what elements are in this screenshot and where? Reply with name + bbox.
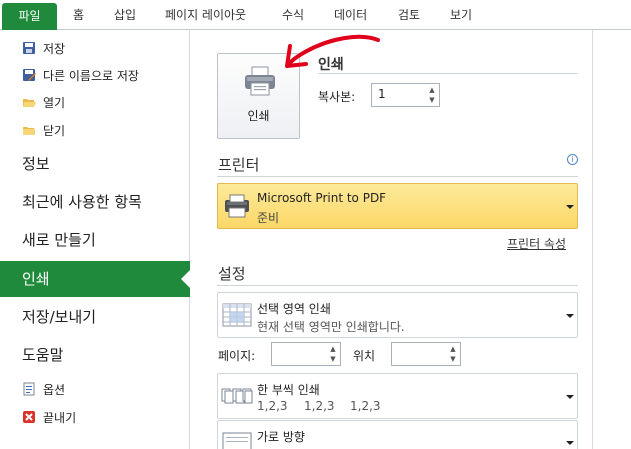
- collated-pages-icon: [221, 386, 253, 409]
- nav-open-label: 열기: [43, 95, 66, 110]
- nav-open[interactable]: 열기: [22, 92, 65, 112]
- copies-value: 1: [378, 87, 386, 101]
- print-what-desc: 현재 선택 영역만 인쇄합니다.: [257, 320, 405, 334]
- printer-properties-link[interactable]: 프린터 속성: [507, 235, 566, 252]
- collate-seq-2: 1,2,3: [304, 399, 335, 413]
- nav-options-label: 옵션: [43, 382, 66, 397]
- print-title-divider: [318, 73, 578, 74]
- print-button[interactable]: 인쇄: [217, 53, 300, 139]
- close-folder-icon: [22, 123, 36, 137]
- nav-save[interactable]: 저장: [22, 38, 65, 58]
- nav-save-as[interactable]: 다른 이름으로 저장: [22, 65, 139, 85]
- pages-to-label: 위치: [353, 349, 376, 363]
- tab-page-layout[interactable]: 페이지 레이아웃: [165, 6, 246, 23]
- nav-exit-label: 끝내기: [43, 410, 77, 425]
- copies-stepper[interactable]: 1 ▲ ▼: [371, 83, 440, 107]
- printer-icon: [243, 65, 277, 100]
- tab-data[interactable]: 데이터: [334, 6, 367, 23]
- printer-header: 프린터: [218, 156, 260, 174]
- pages-from-stepper[interactable]: ▲ ▼: [271, 342, 341, 366]
- tab-formulas[interactable]: 수식: [282, 6, 304, 23]
- collate-select[interactable]: 한 부씩 인쇄 1,2,3 1,2,3 1,2,3: [217, 373, 578, 419]
- pages-to-stepper[interactable]: ▲ ▼: [391, 342, 461, 366]
- print-section-title: 인쇄: [318, 57, 344, 73]
- collate-title: 한 부씩 인쇄: [257, 383, 320, 397]
- ribbon-tab-bar: 파일 홈 삽입 페이지 레이아웃 수식 데이터 검토 보기: [0, 0, 631, 30]
- collate-seq-3: 1,2,3: [350, 399, 381, 413]
- landscape-page-icon: [222, 431, 252, 449]
- tab-file[interactable]: 파일: [2, 3, 57, 30]
- pages-to-down-icon[interactable]: ▼: [449, 355, 457, 363]
- printer-name: Microsoft Print to PDF: [257, 191, 387, 205]
- chevron-down-icon: [566, 205, 574, 209]
- pages-from-up-icon[interactable]: ▲: [329, 345, 337, 353]
- print-what-select[interactable]: 선택 영역 인쇄 현재 선택 영역만 인쇄합니다.: [217, 292, 578, 338]
- tab-review[interactable]: 검토: [398, 6, 420, 23]
- tab-home[interactable]: 홈: [73, 6, 84, 23]
- orientation-title: 가로 방향: [257, 430, 305, 444]
- nav-save-send[interactable]: 저장/보내기: [0, 299, 190, 335]
- pages-to-up-icon[interactable]: ▲: [449, 345, 457, 353]
- nav-help[interactable]: 도움말: [0, 337, 190, 373]
- sheet-selection-icon: [222, 303, 252, 330]
- copies-down-icon[interactable]: ▼: [428, 96, 436, 104]
- nav-save-as-label: 다른 이름으로 저장: [43, 68, 139, 83]
- pages-from-down-icon[interactable]: ▼: [329, 355, 337, 363]
- nav-print[interactable]: 인쇄: [0, 261, 191, 297]
- copies-up-icon[interactable]: ▲: [428, 86, 436, 94]
- options-icon: [22, 382, 36, 396]
- printer-device-icon: [222, 194, 252, 223]
- chevron-down-icon: [566, 441, 574, 445]
- nav-options[interactable]: 옵션: [22, 379, 65, 399]
- save-icon: [22, 41, 36, 55]
- chevron-down-icon: [566, 314, 574, 318]
- chevron-down-icon: [566, 395, 574, 399]
- orientation-select[interactable]: 가로 방향: [217, 420, 578, 449]
- printer-status: 준비: [257, 211, 280, 225]
- nav-new[interactable]: 새로 만들기: [0, 222, 190, 258]
- save-as-icon: [22, 68, 36, 82]
- printer-header-divider: [217, 176, 578, 177]
- tab-insert[interactable]: 삽입: [114, 6, 136, 23]
- collate-seq-1: 1,2,3: [257, 399, 288, 413]
- printer-select[interactable]: Microsoft Print to PDF 준비: [217, 183, 578, 229]
- nav-exit[interactable]: 끝내기: [22, 407, 76, 427]
- exit-icon: [22, 410, 36, 424]
- copies-label: 복사본:: [318, 90, 356, 104]
- open-folder-icon: [22, 95, 36, 109]
- settings-header: 설정: [218, 265, 246, 283]
- nav-close[interactable]: 닫기: [22, 120, 65, 140]
- pages-label: 페이지:: [218, 349, 256, 363]
- print-what-title: 선택 영역 인쇄: [257, 302, 331, 316]
- tab-view[interactable]: 보기: [450, 6, 472, 23]
- info-icon[interactable]: i: [567, 154, 578, 165]
- settings-header-divider: [217, 285, 578, 286]
- nav-save-label: 저장: [43, 41, 66, 56]
- nav-info[interactable]: 정보: [0, 146, 190, 182]
- nav-close-label: 닫기: [43, 123, 66, 138]
- print-button-label: 인쇄: [247, 109, 270, 123]
- nav-recent[interactable]: 최근에 사용한 항목: [0, 184, 190, 220]
- pane-divider: [592, 30, 593, 449]
